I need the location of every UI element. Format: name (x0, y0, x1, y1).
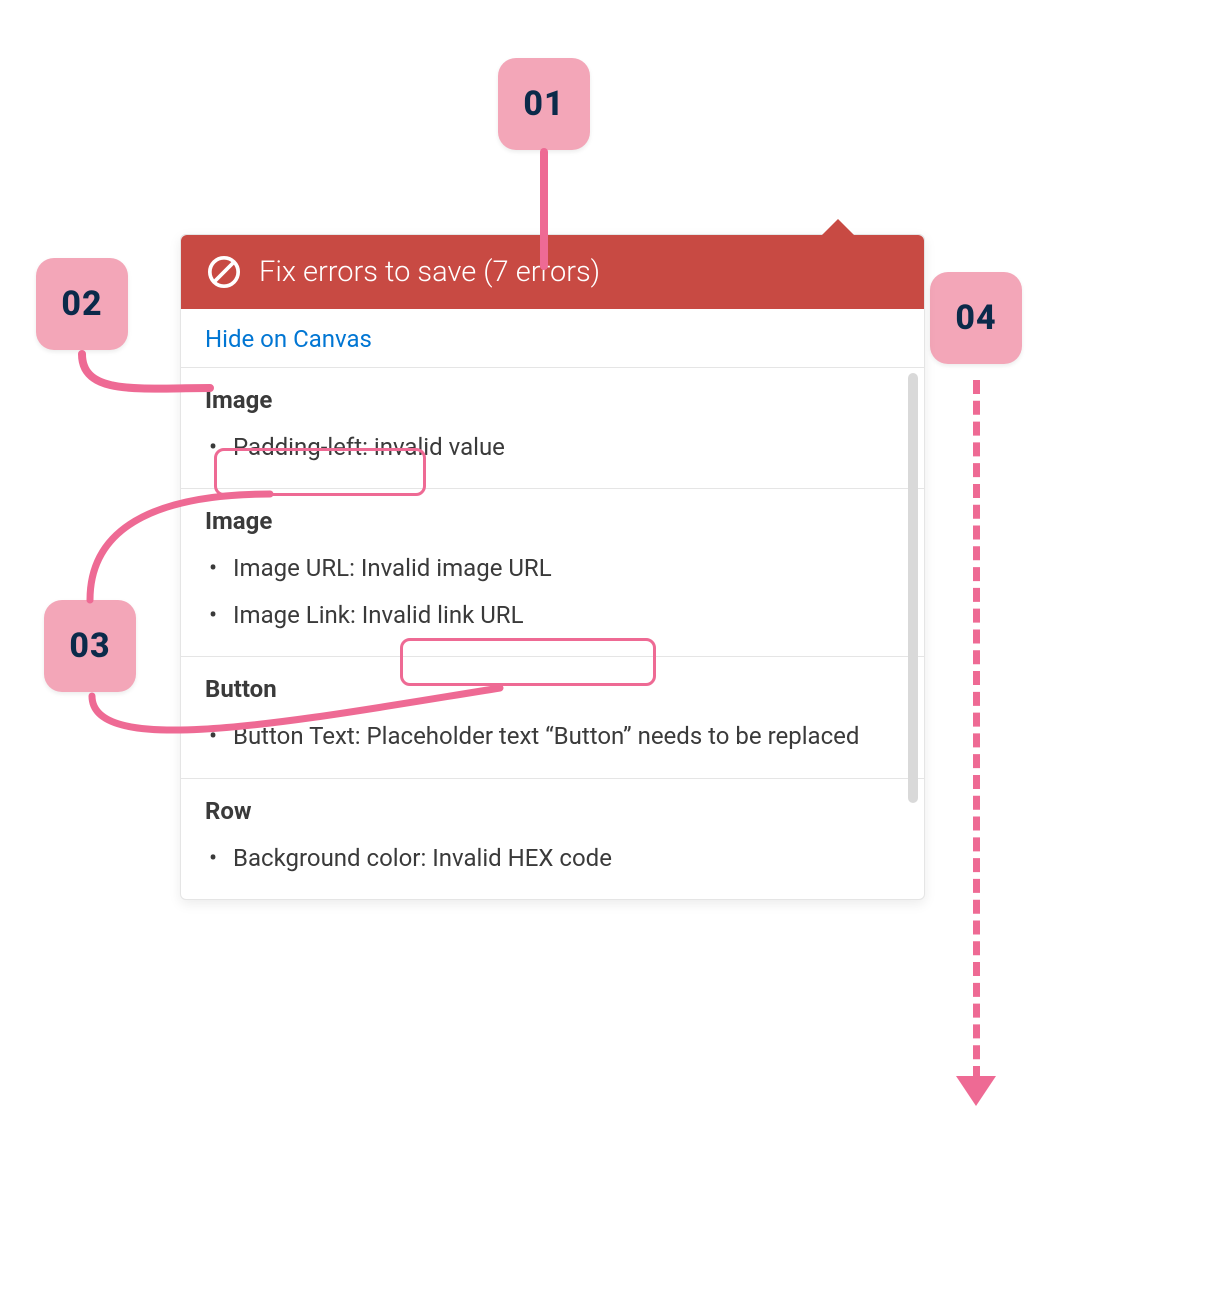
panel-body: Hide on Canvas Image Padding-left: inval… (181, 309, 924, 899)
arrow-down-icon (956, 1076, 996, 1106)
error-item[interactable]: Padding-left: invalid value (223, 424, 900, 470)
error-group-button: Button Button Text: Placeholder text “Bu… (181, 657, 924, 778)
callout-03: 03 (44, 600, 136, 692)
dashed-arrow-line (973, 380, 980, 1080)
group-title: Image (205, 507, 900, 535)
hide-on-canvas-link[interactable]: Hide on Canvas (181, 309, 924, 368)
error-item[interactable]: Image URL: Invalid image URL (223, 545, 900, 591)
panel-header: Fix errors to save (7 errors) (181, 235, 924, 309)
group-title: Button (205, 675, 900, 703)
panel-caret-icon (822, 219, 854, 235)
callout-01-label: 01 (523, 84, 564, 124)
error-item[interactable]: Image Link: Invalid link URL (223, 592, 900, 638)
error-group-row: Row Background color: Invalid HEX code (181, 779, 924, 899)
callout-02-label: 02 (61, 284, 102, 324)
callout-01: 01 (498, 58, 590, 150)
group-title: Image (205, 386, 900, 414)
panel-title: Fix errors to save (7 errors) (259, 255, 600, 289)
callout-04: 04 (930, 272, 1022, 364)
scrollbar[interactable] (908, 373, 918, 803)
error-item[interactable]: Background color: Invalid HEX code (223, 835, 900, 881)
error-group-image-1: Image Padding-left: invalid value (181, 368, 924, 489)
error-icon (207, 255, 241, 289)
callout-02: 02 (36, 258, 128, 350)
group-title: Row (205, 797, 900, 825)
callout-03-label: 03 (69, 626, 110, 666)
error-panel: Fix errors to save (7 errors) Hide on Ca… (180, 234, 925, 900)
error-item[interactable]: Button Text: Placeholder text “Button” n… (223, 713, 900, 759)
error-group-image-2: Image Image URL: Invalid image URL Image… (181, 489, 924, 657)
callout-04-label: 04 (955, 298, 996, 338)
